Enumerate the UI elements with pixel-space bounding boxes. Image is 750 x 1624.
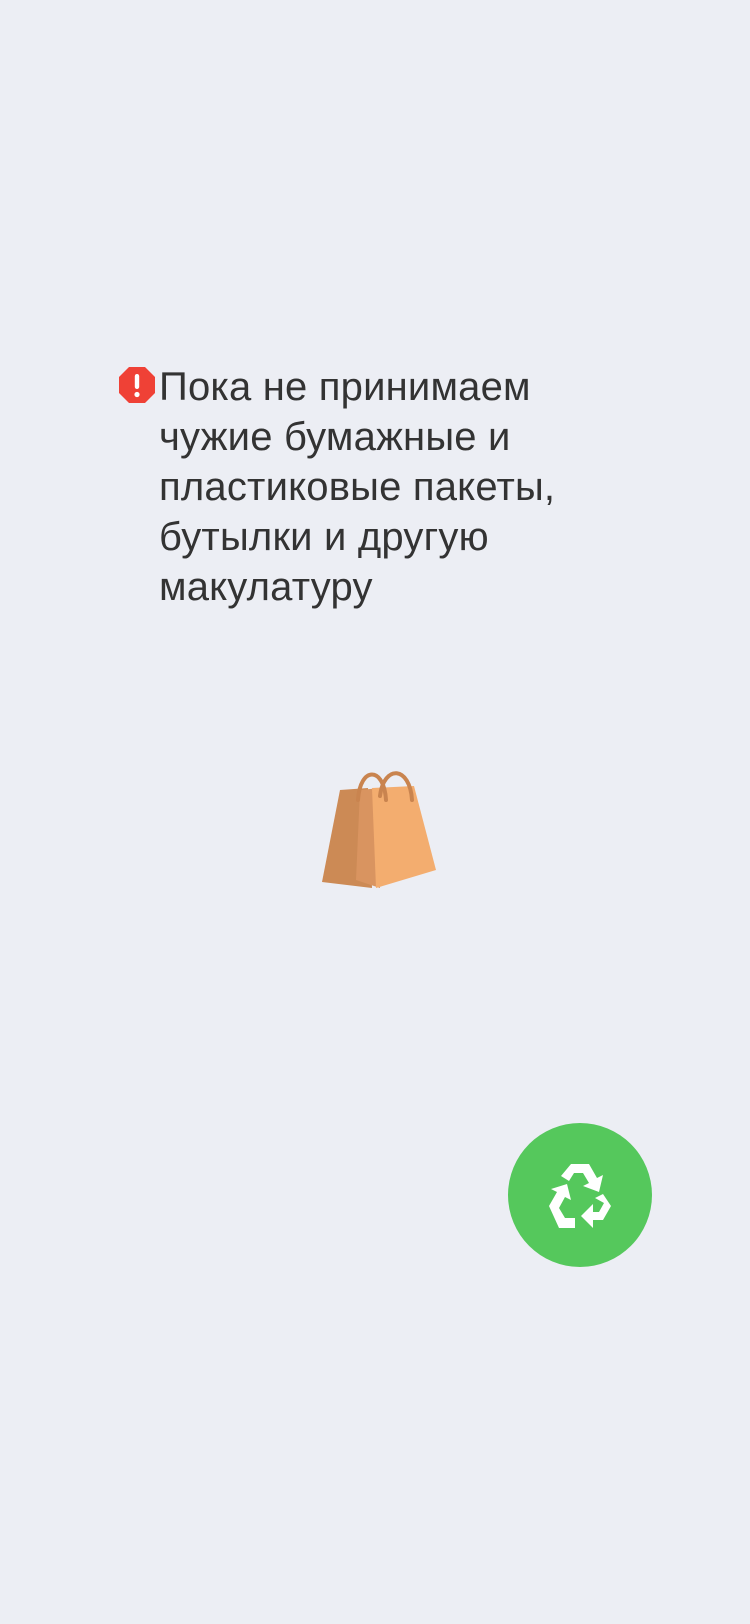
recycle-icon <box>549 1164 611 1228</box>
shopping-bags-icon <box>322 771 436 888</box>
notice-text: Пока не принимаем чужие бумажные и пласт… <box>159 365 556 609</box>
recycle-button[interactable] <box>508 1123 652 1267</box>
unaccepted-items-notice: Пока не принимаем чужие бумажные и пласт… <box>118 362 638 612</box>
exclamation-alert-icon <box>119 367 155 403</box>
